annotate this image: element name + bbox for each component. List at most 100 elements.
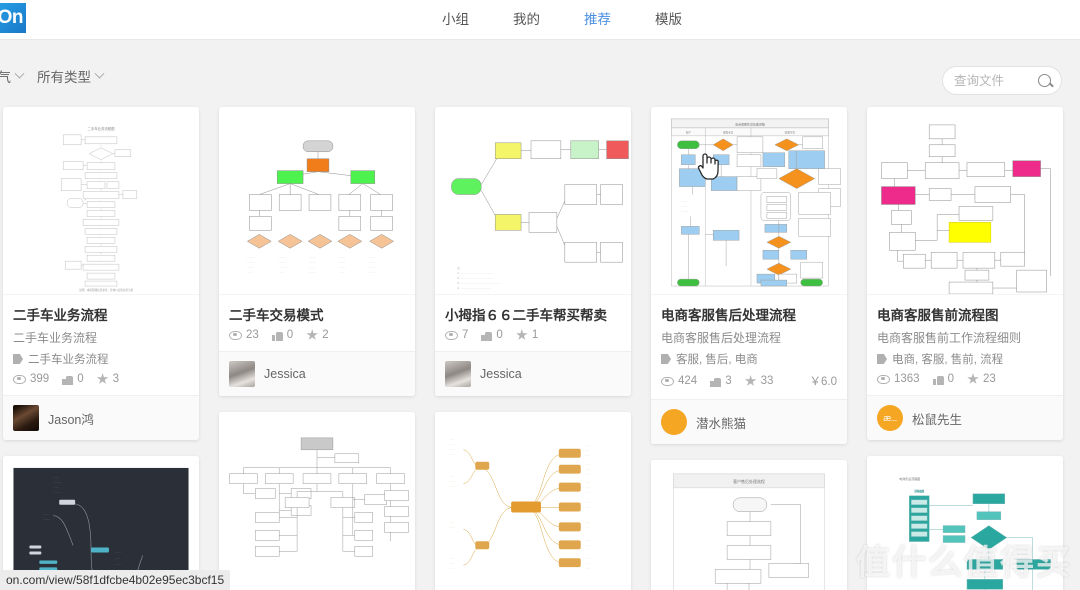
author-name: 松鼠先生 <box>912 412 963 427</box>
svg-text:说明：本流程图仅供参考，具体以实际业务为准: 说明：本流程图仅供参考，具体以实际业务为准 <box>79 288 134 292</box>
card-thumbnail[interactable] <box>219 412 415 590</box>
star-icon <box>96 373 109 384</box>
eye-icon <box>13 374 26 384</box>
site-logo[interactable]: On <box>0 3 26 33</box>
thumbs-up-icon <box>710 376 722 387</box>
card-thumbnail[interactable]: 二手车业务流程图 说明：本流程图仅供参考，具体以实际业务为准 <box>3 107 199 295</box>
grid-column-1: 二手车业务流程图 说明：本流程图仅供参考，具体以实际业务为准 二手车业务流程 二… <box>3 107 199 590</box>
template-card[interactable]: 客户售后处理流程 <box>651 460 847 590</box>
filter-all-types[interactable]: 所有类型 <box>37 66 105 86</box>
grid-column-3: 注： 1. ··································… <box>435 107 631 590</box>
card-author[interactable]: Jessica <box>435 351 631 396</box>
svg-text:·······: ······· <box>585 568 591 570</box>
diagram-preview-tree-chart: ··················· ················· ··… <box>246 140 395 274</box>
svg-text:······: ······ <box>585 527 590 529</box>
template-card[interactable]: ········· ·········· ········· ········ ··… <box>219 107 415 396</box>
svg-text:······: ······ <box>449 439 454 441</box>
svg-text:········: ········ <box>585 522 591 524</box>
stat-likes: 0 <box>62 373 84 385</box>
card-thumbnail[interactable] <box>867 107 1063 295</box>
stat-likes: 0 <box>481 329 503 341</box>
svg-text:·······: ······· <box>279 272 285 274</box>
nav-tab-recommend[interactable]: 推荐 <box>562 0 633 40</box>
tag-icon <box>877 354 887 364</box>
card-title: 电商客服售后处理流程 <box>661 308 796 323</box>
nav-tabs: 小组 我的 推荐 模版 <box>420 0 704 40</box>
svg-text:······: ······ <box>585 563 590 565</box>
svg-text:········: ········ <box>309 267 315 269</box>
stars-count: 3 <box>112 373 119 385</box>
svg-text:··········: ·········· <box>279 257 287 259</box>
search-box[interactable] <box>942 66 1062 95</box>
stat-views: 7 <box>445 329 468 341</box>
diagram-preview-magenta-flowchart <box>881 124 1051 294</box>
card-thumbnail[interactable]: 客户售后处理流程 <box>651 460 847 590</box>
card-thumbnail[interactable]: ········· ·········· ········· ········ ··… <box>219 107 415 295</box>
card-description: 电商客服售前工作流程细则 <box>877 331 1022 345</box>
template-card[interactable] <box>219 412 415 590</box>
views-count: 424 <box>678 375 698 387</box>
svg-text:··········: ·········· <box>53 491 61 494</box>
svg-text:·········: ········· <box>43 519 50 522</box>
template-card[interactable]: 注： 1. ··································… <box>435 107 631 396</box>
template-card[interactable]: ······ ········ ······· ······ ······ ·····… <box>435 412 631 590</box>
card-stats: 7 0 1 <box>445 329 621 344</box>
svg-text:·······: ······· <box>449 563 455 565</box>
card-author[interactable]: æ... 松鼠先生 <box>867 395 1063 440</box>
stars-count: 2 <box>322 329 329 341</box>
svg-text:4. ···························: 4. ·····································… <box>457 287 491 290</box>
thumbs-up-icon <box>62 374 74 385</box>
stat-likes: 0 <box>271 329 294 341</box>
stars-count: 23 <box>983 373 996 385</box>
likes-count: 0 <box>947 373 954 385</box>
search-icon[interactable] <box>1038 74 1051 87</box>
card-thumbnail[interactable]: 注： 1. ··································… <box>435 107 631 295</box>
svg-text:·········: ········· <box>309 262 316 264</box>
card-thumbnail[interactable]: 电商售后流程图 订单来源 <box>867 456 1063 590</box>
card-author[interactable]: 潜水熊猫 <box>651 399 847 444</box>
views-count: 399 <box>30 373 50 385</box>
author-name: Jason鸿 <box>48 412 94 427</box>
views-count: 1363 <box>894 373 920 385</box>
svg-text:········: ········ <box>585 445 591 447</box>
star-icon <box>306 329 318 340</box>
stat-views: 399 <box>13 373 49 385</box>
filter-popularity[interactable]: 人气 <box>0 66 25 86</box>
likes-count: 0 <box>77 373 84 385</box>
filter-all-types-label: 所有类型 <box>37 70 91 85</box>
tag-icon <box>661 354 671 364</box>
svg-text:·······: ······· <box>585 465 591 467</box>
card-thumbnail[interactable]: 电商客服售后处理流程 客户 客服专员 客服主管 ········· ······… <box>651 107 847 295</box>
card-author[interactable]: Jessica <box>219 351 415 396</box>
nav-tab-mine[interactable]: 我的 <box>491 0 562 40</box>
thumbs-up-icon <box>271 330 283 341</box>
card-title: 小拇指６６二手车帮买帮卖 <box>445 308 607 323</box>
card-thumbnail[interactable]: ······ ········ ······· ······ ······ ·····… <box>435 412 631 590</box>
template-card[interactable]: 二手车业务流程图 说明：本流程图仅供参考，具体以实际业务为准 二手车业务流程 二… <box>3 107 199 440</box>
card-stats: 399 0 3 <box>13 373 189 388</box>
svg-text:3. ···························: 3. ·····································… <box>457 282 501 285</box>
svg-text:·······: ······· <box>585 540 591 542</box>
svg-text:········: ········ <box>339 272 345 274</box>
card-author[interactable]: Jason鸿 <box>3 395 199 440</box>
stat-views: 424 <box>661 375 697 387</box>
svg-text:······: ······ <box>449 477 454 479</box>
svg-text:········: ········ <box>585 558 591 560</box>
svg-text:·······: ······· <box>43 514 49 517</box>
svg-text:······: ······ <box>449 454 454 456</box>
svg-text:·······: ······· <box>449 449 455 451</box>
nav-tab-templates[interactable]: 模版 <box>633 0 704 40</box>
template-card[interactable]: 电商客服售后处理流程 客户 客服专员 客服主管 ········· ······… <box>651 107 847 444</box>
svg-text:········: ········ <box>585 483 591 485</box>
views-count: 23 <box>246 329 259 341</box>
svg-text:········: ········ <box>279 262 285 264</box>
card-tags-text: 电商, 客服, 售前, 流程 <box>892 354 1004 366</box>
nav-tab-groups[interactable]: 小组 <box>420 0 491 40</box>
template-card[interactable]: 电商售后流程图 订单来源 <box>867 456 1063 590</box>
svg-text:······: ······ <box>449 522 454 524</box>
grid-column-5: 电商客服售前流程图 电商客服售前工作流程细则 电商, 客服, 售前, 流程 13… <box>867 107 1063 590</box>
stat-views: 23 <box>229 329 259 341</box>
search-input[interactable] <box>954 73 1038 88</box>
likes-count: 0 <box>286 329 294 341</box>
template-card[interactable]: 电商客服售前流程图 电商客服售前工作流程细则 电商, 客服, 售前, 流程 13… <box>867 107 1063 440</box>
